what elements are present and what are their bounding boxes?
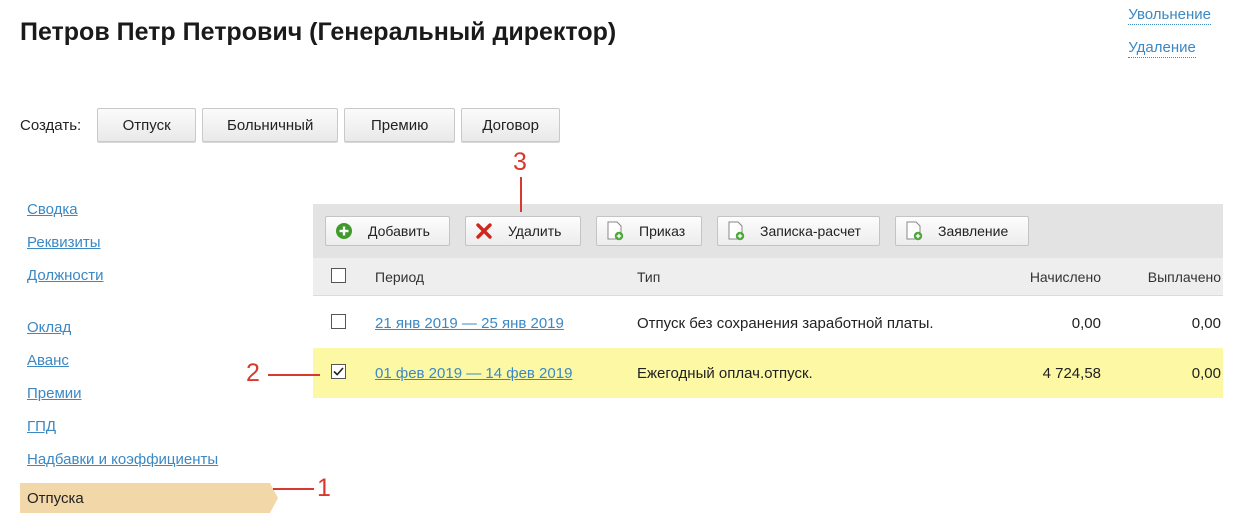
add-label: Добавить [368,223,430,239]
delete-icon [474,221,494,241]
sidebar-item-positions[interactable]: Должности [20,266,270,299]
row-accrued: 0,00 [1071,314,1101,332]
create-sick-leave-button[interactable]: Больничный [202,108,339,142]
row-type: Ежегодный оплач.отпуск. [637,364,813,382]
sidebar: Сводка Реквизиты Должности Оклад Аванс П… [20,200,278,513]
annotation-2: 2 [246,359,260,387]
column-period[interactable]: Период [375,269,637,285]
calculation-note-button[interactable]: Записка-расчет [717,216,880,246]
create-label: Создать: [20,116,82,134]
annotation-1: 1 [317,474,331,502]
calculation-note-label: Записка-расчет [760,223,861,239]
statement-label: Заявление [938,223,1009,239]
table-row[interactable]: 21 янв 2019 — 25 янв 2019 Отпуск без сох… [313,298,1223,348]
sidebar-item-allowances[interactable]: Надбавки и коэффициенты [20,450,270,483]
row-checkbox-checked[interactable] [331,364,346,379]
order-button[interactable]: Приказ [596,216,702,246]
page-title: Петров Петр Петрович (Генеральный директ… [20,18,617,46]
order-label: Приказ [639,223,686,239]
annotation-1-line [273,488,314,490]
document-add-icon [605,221,625,241]
create-bonus-button[interactable]: Премию [344,108,456,142]
delete-label: Удалить [508,223,562,239]
annotation-3: 3 [513,148,527,176]
delete-employee-link[interactable]: Удаление [1128,39,1196,58]
delete-button[interactable]: Удалить [465,216,581,246]
check-icon [333,367,344,376]
row-type: Отпуск без сохранения заработной платы. [637,314,934,332]
sidebar-item-summary[interactable]: Сводка [20,200,270,233]
sidebar-item-gpd[interactable]: ГПД [20,417,270,450]
create-row: Создать: Отпуск Больничный Премию Догово… [20,108,566,142]
document-add-icon [904,221,924,241]
row-accrued: 4 724,58 [1042,364,1101,382]
sidebar-item-bonuses[interactable]: Премии [20,384,270,417]
sidebar-divider [20,299,270,318]
statement-button[interactable]: Заявление [895,216,1029,246]
select-all-checkbox[interactable] [331,267,346,283]
document-add-icon [726,221,746,241]
create-contract-button[interactable]: Договор [461,108,561,142]
column-paid[interactable]: Выплачено [1101,269,1221,285]
row-paid: 0,00 [1191,314,1221,332]
table-row-selected[interactable]: 01 фев 2019 — 14 фев 2019 Ежегодный опла… [313,348,1223,398]
sidebar-item-salary[interactable]: Оклад [20,318,270,351]
row-checkbox[interactable] [331,313,346,329]
table-header: Период Тип Начислено Выплачено [313,258,1223,296]
period-link[interactable]: 21 янв 2019 — 25 янв 2019 [375,315,564,332]
toolbar: Добавить Удалить Приказ Записка-расчет З… [313,204,1223,258]
column-type[interactable]: Тип [637,269,967,285]
sidebar-item-vacations[interactable]: Отпуска [20,483,278,513]
vacations-panel: Добавить Удалить Приказ Записка-расчет З… [313,204,1223,398]
add-button[interactable]: Добавить [325,216,450,246]
top-links: Увольнение Удаление [1128,6,1211,72]
period-link[interactable]: 01 фев 2019 — 14 фев 2019 [375,365,572,382]
annotation-2-line [268,374,320,376]
sidebar-item-requisites[interactable]: Реквизиты [20,233,270,266]
row-paid: 0,00 [1191,364,1221,382]
dismissal-link[interactable]: Увольнение [1128,6,1211,25]
column-accrued[interactable]: Начислено [967,269,1101,285]
add-icon [334,221,354,241]
create-vacation-button[interactable]: Отпуск [97,108,197,142]
annotation-3-line [520,177,522,212]
sidebar-item-advance[interactable]: Аванс [20,351,270,384]
